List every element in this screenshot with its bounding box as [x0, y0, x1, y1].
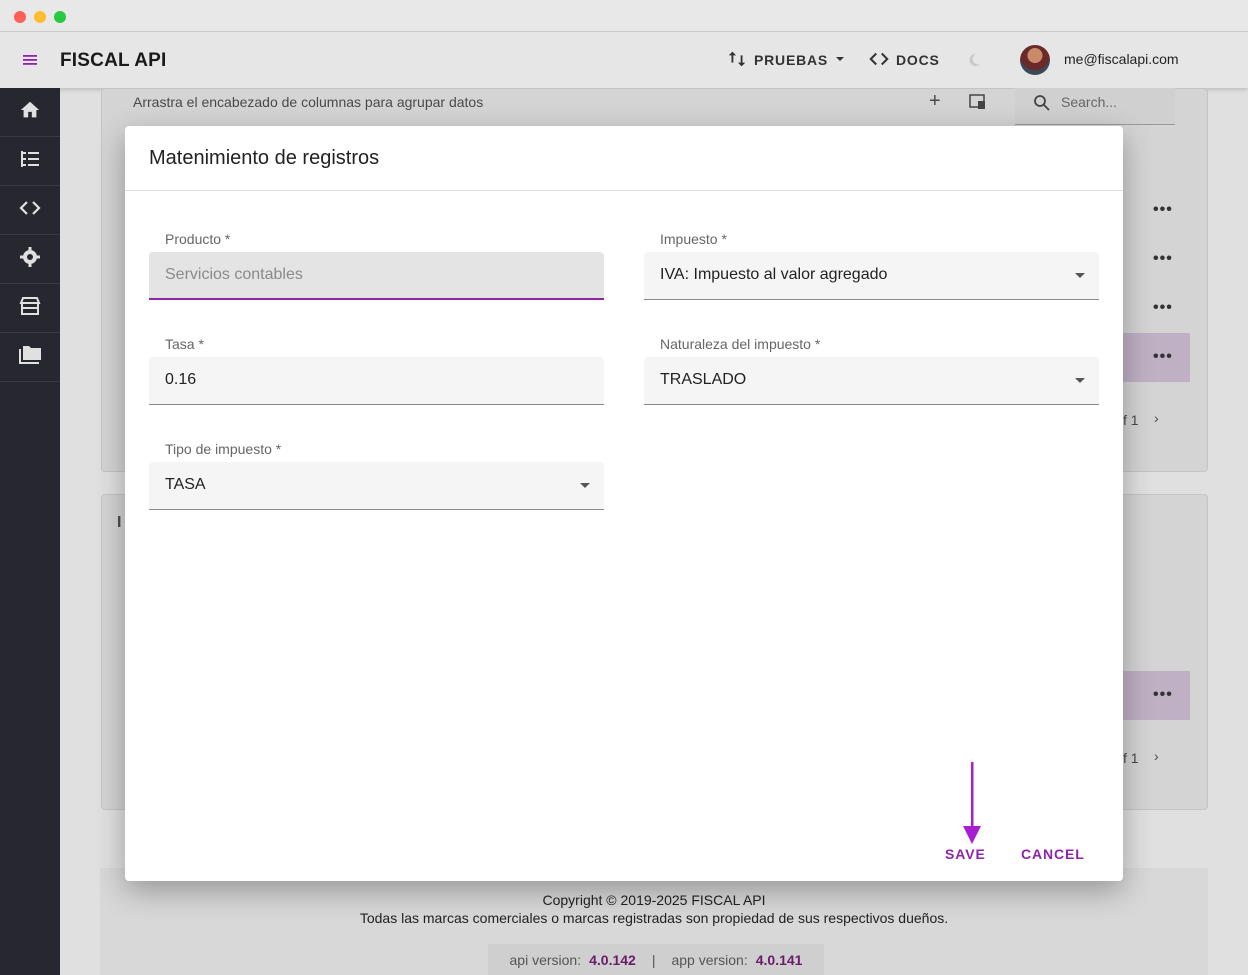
card-title-fragment: I: [117, 514, 122, 531]
environment-label: PRUEBAS: [754, 52, 829, 68]
column-chooser-icon[interactable]: [969, 94, 987, 115]
sidebar-item-api[interactable]: [0, 186, 60, 235]
impuesto-value: IVA: Impuesto al valor agregado: [660, 266, 888, 283]
search-placeholder: Search...: [1061, 94, 1118, 110]
naturaleza-label: Naturaleza del impuesto *: [660, 336, 821, 352]
store-icon: [18, 294, 42, 323]
window-minimize-button[interactable]: [34, 11, 46, 23]
impuesto-select[interactable]: IVA: Impuesto al valor agregado: [644, 252, 1099, 300]
sidebar-item-store[interactable]: [0, 284, 60, 333]
dialog-divider: [125, 190, 1123, 191]
sidebar-item-catalogs[interactable]: [0, 137, 60, 186]
dialog-title: Matenimiento de registros: [149, 147, 380, 169]
app-version-label: app version:: [671, 951, 748, 968]
dropdown-arrow-icon: [1075, 273, 1085, 278]
tree-list-icon: [18, 147, 42, 176]
version-info: api version: 4.0.142 | app version: 4.0.…: [488, 944, 824, 975]
docs-label: DOCS: [896, 52, 940, 68]
producto-field: Servicios contables: [149, 252, 604, 300]
tasa-value: 0.16: [165, 371, 197, 388]
home-icon: [19, 99, 41, 126]
dark-mode-toggle-icon[interactable]: [966, 52, 982, 68]
api-version-value: 4.0.142: [589, 951, 636, 968]
group-hint-text: Arrastra el encabezado de columnas para …: [133, 94, 484, 110]
docs-button[interactable]: DOCS: [868, 48, 940, 72]
copyright-text: Copyright © 2019-2025 FISCAL API: [542, 892, 766, 908]
tasa-label: Tasa *: [165, 336, 204, 352]
pager-text: f 1: [1123, 412, 1139, 428]
environment-dropdown[interactable]: PRUEBAS: [726, 48, 846, 72]
app-version-value: 4.0.141: [755, 951, 803, 968]
annotation-arrow-icon: [962, 762, 982, 846]
producto-label: Producto *: [165, 231, 231, 247]
naturaleza-value: TRASLADO: [660, 371, 747, 388]
window-maximize-button[interactable]: [54, 11, 66, 23]
code-icon: [868, 48, 890, 73]
tipo-impuesto-label: Tipo de impuesto *: [165, 441, 282, 457]
search-icon: [1033, 94, 1051, 117]
version-separator: |: [651, 951, 656, 968]
pager-text: f 1: [1123, 750, 1139, 766]
sidebar-item-home[interactable]: [0, 88, 60, 137]
cancel-button[interactable]: CANCEL: [1021, 846, 1085, 862]
row-actions-icon[interactable]: •••: [1153, 250, 1173, 268]
gear-icon: [18, 245, 42, 274]
impuesto-label: Impuesto *: [660, 231, 727, 247]
chevron-right-icon[interactable]: ›: [1154, 748, 1159, 764]
hamburger-menu-icon[interactable]: [18, 48, 42, 72]
chevron-right-icon[interactable]: ›: [1154, 410, 1159, 426]
row-actions-icon[interactable]: •••: [1153, 201, 1173, 219]
tipo-impuesto-value: TASA: [165, 476, 206, 493]
sidebar: [0, 88, 60, 975]
footer: Copyright © 2019-2025 FISCAL API Todas l…: [100, 868, 1208, 975]
window-titlebar: [0, 0, 1248, 32]
swap-vertical-icon: [726, 48, 748, 73]
app-title: FISCAL API: [60, 50, 167, 71]
user-email[interactable]: me@fiscalapi.com: [1064, 51, 1179, 67]
add-icon[interactable]: +: [929, 90, 941, 113]
search-box[interactable]: Search...: [1015, 88, 1175, 125]
tasa-input[interactable]: 0.16: [149, 357, 604, 405]
folder-icon: [17, 343, 43, 372]
dropdown-arrow-icon: [580, 483, 590, 488]
api-version-label: api version:: [509, 951, 582, 968]
dropdown-arrow-icon: [1075, 378, 1085, 383]
app-bar: FISCAL API PRUEBAS DOCS me@fiscalapi.com: [0, 32, 1248, 88]
producto-value: Servicios contables: [165, 266, 303, 283]
chevron-down-icon: [834, 52, 846, 68]
user-avatar[interactable]: [1020, 45, 1050, 75]
row-actions-icon[interactable]: •••: [1153, 686, 1173, 704]
tipo-impuesto-select[interactable]: TASA: [149, 462, 604, 510]
row-actions-icon[interactable]: •••: [1153, 299, 1173, 317]
window-close-button[interactable]: [14, 11, 26, 23]
trademark-text: Todas las marcas comerciales o marcas re…: [359, 910, 949, 926]
sidebar-item-files[interactable]: [0, 333, 60, 382]
code-icon: [18, 196, 42, 225]
sidebar-item-settings[interactable]: [0, 235, 60, 284]
row-actions-icon[interactable]: •••: [1153, 348, 1173, 366]
naturaleza-select[interactable]: TRASLADO: [644, 357, 1099, 405]
save-button[interactable]: SAVE: [945, 846, 986, 862]
